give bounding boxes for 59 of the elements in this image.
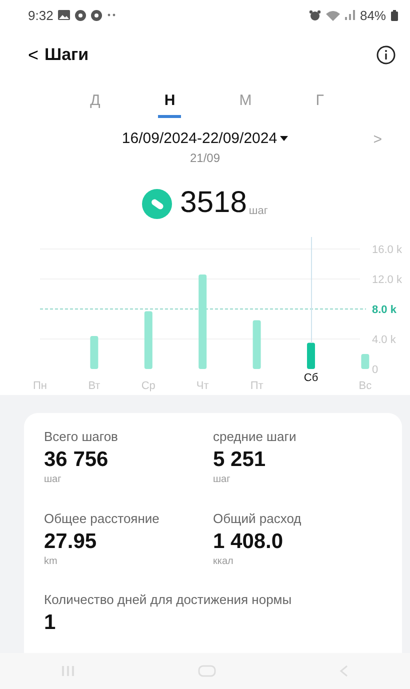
- battery-level: 84%: [360, 8, 386, 22]
- day-label: Ср: [141, 380, 156, 392]
- period-tab[interactable]: Н: [158, 88, 182, 118]
- stat-value: 36 756: [44, 448, 108, 472]
- footprint-icon: [142, 189, 172, 219]
- gallery-icon: [58, 10, 70, 20]
- today-steps: 3518: [180, 187, 247, 219]
- stat-value: 1 408.0: [213, 530, 284, 554]
- stat-unit: шаг: [213, 474, 230, 485]
- chart-bar[interactable]: [307, 342, 315, 369]
- page-title: Шаги: [44, 45, 89, 65]
- period-tab[interactable]: Д: [84, 88, 106, 118]
- stat-unit: ккал: [213, 556, 234, 567]
- day-label: Пн: [33, 380, 47, 392]
- stat-label: средние шаги: [213, 429, 296, 444]
- home-icon[interactable]: [198, 665, 216, 677]
- stat-value: 1: [44, 611, 56, 636]
- signal-icon: [344, 10, 355, 20]
- battery-icon: [391, 10, 398, 20]
- caret-icon: [280, 136, 288, 141]
- date-range-dropdown[interactable]: 16/09/2024-22/09/2024: [122, 130, 288, 147]
- selected-date: 21/09: [190, 151, 220, 165]
- stat-label: Всего шагов: [44, 429, 118, 444]
- chart-bar[interactable]: [198, 274, 207, 369]
- app-icon: [91, 10, 102, 20]
- stat-value: 5 251: [213, 448, 266, 472]
- period-tab[interactable]: Г: [310, 88, 330, 118]
- next-button[interactable]: >: [367, 130, 388, 149]
- day-label: Вс: [358, 380, 372, 392]
- steps-unit: шаг: [248, 205, 268, 219]
- stat-unit: шаг: [44, 474, 62, 485]
- chart-bar[interactable]: [144, 311, 152, 369]
- stat-label: Общий расход: [213, 510, 302, 526]
- day-label: Чт: [196, 380, 209, 392]
- stat-unit: km: [44, 556, 58, 567]
- app-icon: [75, 10, 86, 20]
- chart-bar[interactable]: [90, 336, 98, 369]
- stat-value: 27.95: [44, 530, 97, 554]
- back-button[interactable]: <: [28, 44, 45, 66]
- stat-label: Количество дней для достижения нормы: [44, 592, 292, 608]
- more-icon: [107, 13, 118, 17]
- axis-tick-label: 16.0 k: [372, 244, 402, 256]
- axis-tick-label: 0: [372, 364, 378, 376]
- stat-label: Общее расстояние: [44, 510, 160, 526]
- axis-tick-label: 4.0 k: [372, 334, 396, 346]
- status-time: 9:32: [28, 8, 54, 22]
- chart-bar[interactable]: [252, 320, 261, 369]
- chart-bar[interactable]: [361, 354, 370, 369]
- recent-apps-icon[interactable]: [61, 665, 76, 677]
- day-label: Вт: [88, 380, 100, 392]
- axis-tick-label: 12.0 k: [372, 274, 402, 286]
- axis-tick-label: 8.0 k: [372, 304, 396, 316]
- back-icon[interactable]: [338, 665, 349, 677]
- period-tab[interactable]: М: [233, 88, 258, 118]
- day-label: Пт: [250, 380, 264, 392]
- wifi-icon: [326, 10, 340, 20]
- alarm-icon: [308, 10, 321, 20]
- day-label: Сб: [304, 372, 318, 384]
- info-icon[interactable]: [376, 45, 396, 65]
